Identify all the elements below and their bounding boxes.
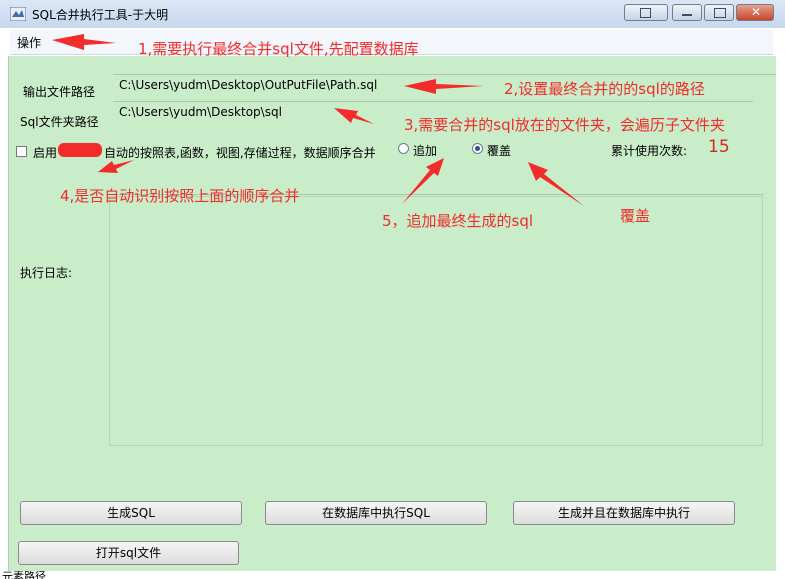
arrow-1-icon [52, 34, 116, 50]
status-bar: 元素路径 [0, 571, 785, 579]
annotation-arrows [52, 34, 584, 206]
arrow-5-icon [402, 158, 444, 204]
arrow-4-icon [98, 160, 134, 173]
arrow-2-icon [404, 79, 484, 94]
arrow-3-icon [334, 108, 374, 124]
arrow-6-icon [528, 162, 584, 206]
status-text: 元素路径 [2, 571, 46, 579]
